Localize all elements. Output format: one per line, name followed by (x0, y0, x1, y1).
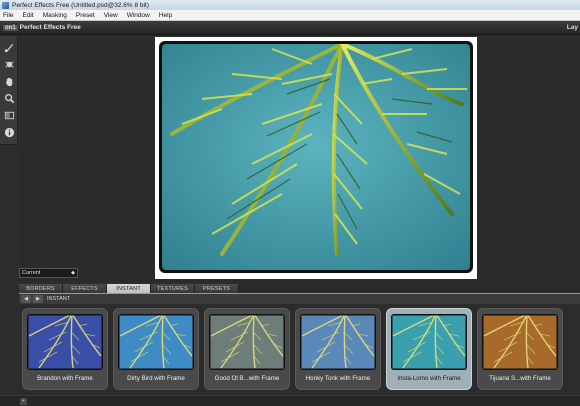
palm-thumbnail-image (209, 314, 285, 370)
bug-icon (5, 60, 13, 68)
menu-view[interactable]: View (104, 12, 118, 19)
view-mode-select[interactable]: Current ◆ (19, 268, 78, 278)
layers-panel-label[interactable]: Lay (567, 24, 578, 31)
window-title-bar: Perfect Effects Free (Untitled.psd@32.6%… (0, 0, 580, 10)
palm-thumbnail-image (118, 314, 194, 370)
preset-thumbnail-strip: Brandon with Frame Dirty Bird with Frame… (19, 304, 580, 395)
preset-preview (391, 314, 467, 370)
preset-label: Dirty Bird with Frame (127, 375, 185, 382)
view-mode-value: Current (22, 270, 41, 276)
preset-thumbnail[interactable]: Dirty Bird with Frame (113, 308, 199, 390)
palm-thumbnail-image (391, 314, 467, 370)
preset-preview (209, 314, 285, 370)
preset-preview (118, 314, 194, 370)
forward-button[interactable]: ▶ (33, 295, 43, 303)
preset-preview (27, 314, 103, 370)
preset-label: Brandon with Frame (37, 375, 93, 382)
preset-label: Tijuana S...with Frame (489, 375, 551, 382)
preset-label: Good Ol B...with Frame (214, 375, 280, 382)
preset-thumbnail[interactable]: Brandon with Frame (22, 308, 108, 390)
menu-preset[interactable]: Preset (76, 12, 95, 19)
masking-bug-tool[interactable] (3, 58, 15, 70)
preset-label: Insta-Lomo with Frame (397, 375, 461, 382)
onone-logo: on1 (3, 24, 18, 31)
window-title: Perfect Effects Free (Untitled.psd@32.6%… (12, 1, 149, 9)
preset-label: Honky Tonk with Frame (305, 375, 371, 382)
dropdown-arrow-icon: ◆ (71, 270, 75, 276)
menu-masking[interactable]: Masking (43, 12, 67, 19)
app-header: on1 Perfect Effects Free Lay (0, 21, 580, 35)
hand-tool[interactable] (3, 75, 15, 87)
palm-thumbnail-image (27, 314, 103, 370)
expand-strip-button[interactable]: + (20, 398, 27, 405)
preset-preview (300, 314, 376, 370)
preset-preview (482, 314, 558, 370)
menu-bar: File Edit Masking Preset View Window Hel… (0, 10, 580, 21)
palm-thumbnail-image (482, 314, 558, 370)
menu-window[interactable]: Window (127, 12, 150, 19)
breadcrumb-label: INSTANT (47, 296, 71, 302)
preset-thumbnail[interactable]: Good Ol B...with Frame (204, 308, 290, 390)
zoom-tool[interactable] (3, 92, 15, 104)
menu-edit[interactable]: Edit (22, 12, 33, 19)
compare-icon (4, 111, 14, 119)
back-button[interactable]: ◀ (21, 295, 31, 303)
status-footer: + (0, 395, 580, 406)
menu-file[interactable]: File (3, 12, 13, 19)
preset-thumbnail[interactable]: Tijuana S...with Frame (477, 308, 563, 390)
compare-tool[interactable] (3, 109, 15, 121)
preset-thumbnail-selected[interactable]: Insta-Lomo with Frame (386, 308, 472, 390)
brush-tool[interactable] (3, 41, 15, 53)
breadcrumb: ◀ ▶ INSTANT (19, 294, 580, 304)
info-icon (4, 127, 14, 137)
app-name: Perfect Effects Free (19, 24, 81, 31)
instant-frame (159, 41, 473, 273)
menu-help[interactable]: Help (159, 12, 172, 19)
preset-thumbnail[interactable]: Honky Tonk with Frame (295, 308, 381, 390)
magnifier-icon (4, 93, 14, 103)
brush-icon (4, 43, 13, 52)
palm-thumbnail-image (300, 314, 376, 370)
info-tool[interactable] (3, 126, 15, 138)
hand-icon (5, 77, 12, 86)
palm-frond-photo (162, 44, 470, 270)
tool-bar (0, 36, 18, 145)
app-icon (2, 1, 9, 9)
photo-preview[interactable] (155, 37, 477, 279)
